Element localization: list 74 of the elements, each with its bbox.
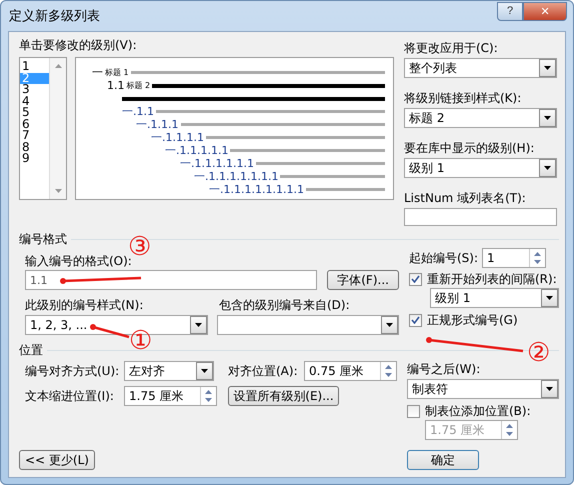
font-button[interactable]: 字体(F)... bbox=[327, 270, 399, 290]
level-list[interactable]: 1 2 3 4 5 6 7 8 9 bbox=[19, 57, 67, 200]
scrollbar[interactable] bbox=[49, 58, 66, 199]
preview-heading: 标题 1 bbox=[105, 67, 129, 78]
preview-number: 一.1.1 bbox=[122, 106, 154, 118]
legal-label: 正规形式编号(G) bbox=[427, 313, 518, 327]
spin-field[interactable]: 1.75 厘米 bbox=[124, 386, 217, 406]
caret-icon bbox=[546, 387, 553, 391]
indent-label: 文本缩进位置(I): bbox=[25, 389, 115, 403]
dropdown[interactable]: 级别 1 bbox=[404, 158, 557, 178]
level-item[interactable]: 3 bbox=[20, 84, 49, 96]
level-item[interactable]: 6 bbox=[20, 118, 49, 130]
section-title: 编号格式 bbox=[19, 232, 67, 246]
spin-arrows-icon bbox=[385, 365, 392, 377]
caret-icon bbox=[546, 296, 553, 300]
restart-label: 重新开始列表的间隔(R): bbox=[427, 272, 557, 286]
level-item[interactable]: 9 bbox=[20, 153, 49, 164]
preview-number: 一.1.1.1.1.1.1.1.1 bbox=[209, 184, 304, 196]
spin-field[interactable]: 0.75 厘米 bbox=[304, 361, 397, 381]
level-list-label: 单击要修改的级别(V): bbox=[19, 38, 138, 52]
style-label: 此级别的编号样式(N): bbox=[25, 298, 144, 312]
apply-to-label: 将更改应用于(C): bbox=[404, 41, 499, 55]
dropdown[interactable] bbox=[217, 315, 399, 335]
preview-number: 一.1.1.1 bbox=[136, 118, 178, 130]
scroll-down-icon[interactable] bbox=[54, 189, 62, 193]
dropdown[interactable]: 整个列表 bbox=[404, 58, 557, 78]
listnum-label: ListNum 域列表名(T): bbox=[404, 191, 527, 205]
preview-number: 一 bbox=[92, 66, 103, 78]
annotation-arrow bbox=[90, 324, 130, 338]
link-style-label: 将级别链接到样式(K): bbox=[404, 91, 522, 105]
dropdown[interactable]: 左对齐 bbox=[124, 361, 214, 381]
spin-field[interactable]: 1 bbox=[482, 248, 546, 268]
dropdown[interactable]: 标题 2 bbox=[404, 108, 557, 128]
preview-number: 一.1.1.1.1 bbox=[151, 132, 204, 144]
preview-number: 一.1.1.1.1.1.1 bbox=[180, 158, 254, 170]
follow-label: 编号之后(W): bbox=[407, 362, 482, 376]
gallery-level-label: 要在库中显示的级别(H): bbox=[404, 141, 536, 155]
caret-icon bbox=[544, 66, 551, 70]
level-item[interactable]: 7 bbox=[20, 130, 49, 142]
checkbox[interactable] bbox=[409, 272, 422, 286]
caret-icon bbox=[201, 369, 208, 373]
level-item[interactable]: 5 bbox=[20, 107, 49, 118]
annotation-number: ② bbox=[527, 339, 550, 367]
caret-icon bbox=[195, 323, 202, 327]
spin-arrows-icon bbox=[534, 252, 542, 264]
format-field[interactable]: 1.1 bbox=[25, 270, 318, 290]
help-button[interactable]: ? bbox=[497, 2, 523, 20]
align-label: 编号对齐方式(U): bbox=[25, 364, 120, 378]
preview-number: 1.1 bbox=[107, 80, 124, 92]
spin-arrows-icon bbox=[506, 424, 513, 436]
align-at-label: 对齐位置(A): bbox=[228, 364, 299, 378]
preview-number: 一.1.1.1.1.1.1.1 bbox=[194, 170, 278, 182]
window-title: 定义新多级列表 bbox=[9, 8, 101, 25]
preview-heading: 标题 2 bbox=[126, 80, 150, 91]
caret-icon bbox=[544, 116, 551, 120]
level-item[interactable]: 1 bbox=[20, 61, 49, 72]
section-title: 位置 bbox=[19, 343, 43, 357]
scroll-up-icon[interactable] bbox=[54, 64, 62, 68]
caret-icon bbox=[544, 166, 551, 170]
ok-button[interactable]: 确定 bbox=[407, 450, 479, 470]
level-item[interactable]: 4 bbox=[20, 96, 49, 107]
caret-icon bbox=[386, 323, 393, 327]
dropdown[interactable]: 级别 1 bbox=[430, 288, 559, 308]
set-all-levels-button[interactable]: 设置所有级别(E)... bbox=[228, 386, 339, 406]
level-item[interactable]: 8 bbox=[20, 142, 49, 153]
include-label: 包含的级别编号来自(D): bbox=[219, 298, 350, 312]
checkbox[interactable] bbox=[409, 314, 422, 326]
preview-number: 一.1.1.1.1.1 bbox=[165, 144, 228, 156]
less-button[interactable]: << 更少(L) bbox=[19, 450, 95, 470]
listnum-field[interactable] bbox=[404, 208, 557, 226]
tab-stop-label: 制表位添加位置(B): bbox=[425, 404, 531, 418]
dropdown[interactable]: 制表符 bbox=[407, 379, 559, 399]
spin-arrows-icon bbox=[205, 390, 212, 402]
start-label: 起始编号(S): bbox=[409, 251, 478, 265]
